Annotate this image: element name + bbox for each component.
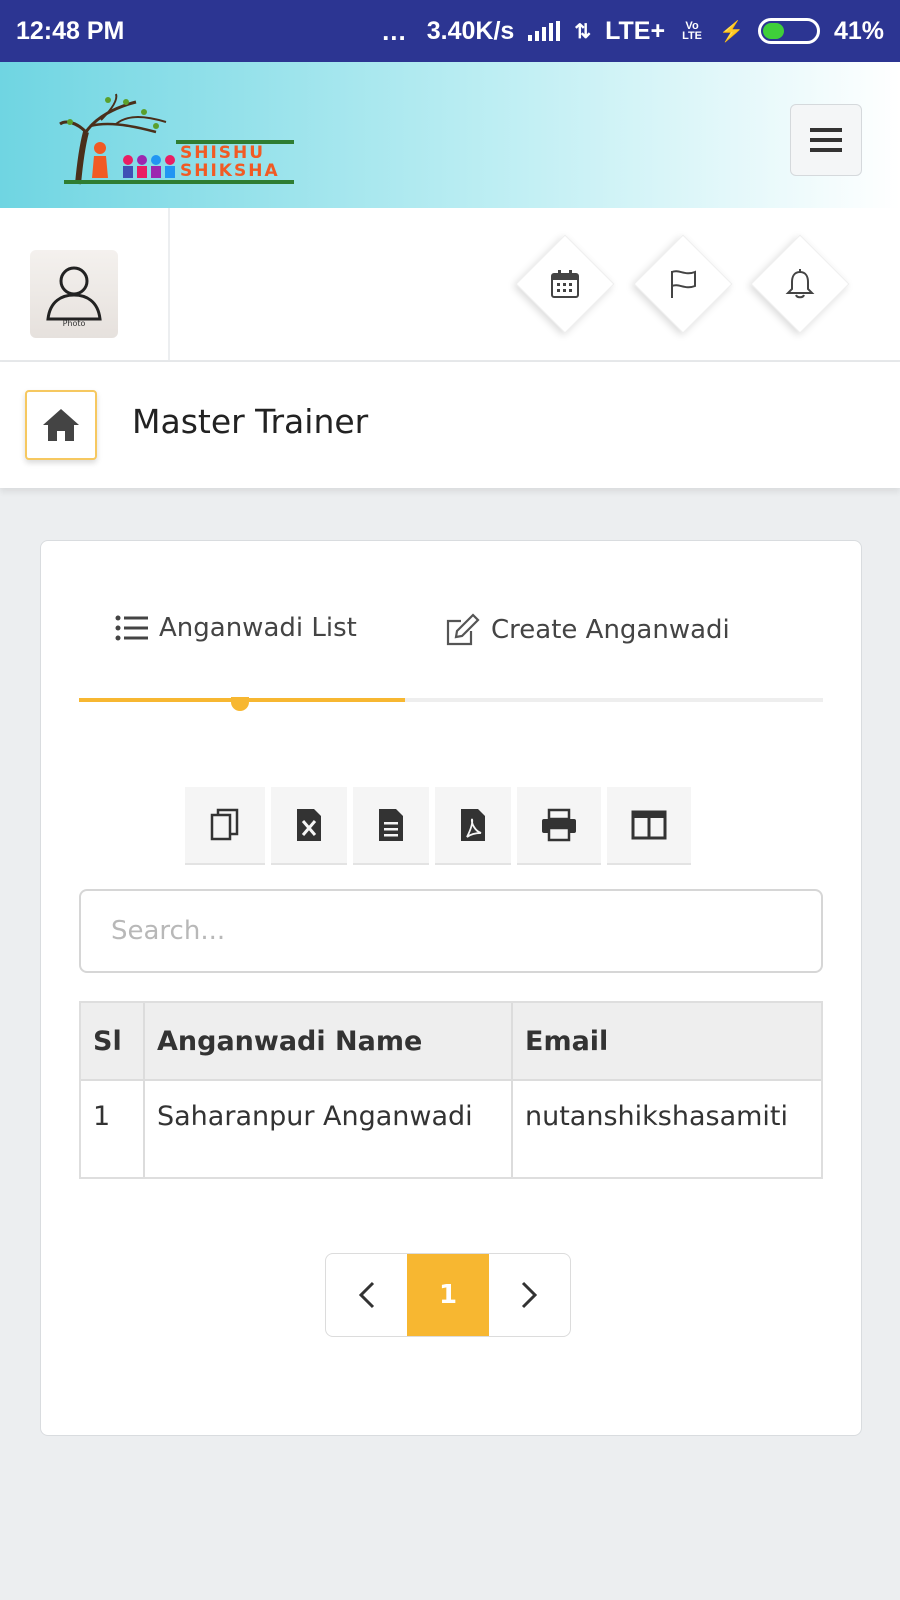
- calendar-icon: [551, 270, 579, 298]
- tab-label: Create Anganwadi: [491, 615, 730, 645]
- tab-anganwadi-list[interactable]: Anganwadi List: [115, 613, 357, 643]
- home-icon: [43, 409, 79, 441]
- chevron-right-icon: [522, 1281, 538, 1309]
- cell-anganwadi-name: Saharanpur Anganwadi: [145, 1081, 513, 1177]
- app-header: SHISHU SHIKSHA: [0, 62, 900, 208]
- pdf-button[interactable]: [435, 787, 511, 865]
- logo-line1: SHISHU: [180, 143, 266, 163]
- profile-divider: [168, 208, 170, 360]
- avatar-caption: Photo: [62, 318, 86, 328]
- next-page-button[interactable]: [489, 1254, 570, 1336]
- anganwadi-card: Anganwadi List Create Anganwadi Search..…: [40, 540, 862, 1436]
- pagination: 1: [325, 1253, 571, 1337]
- status-speed: 3.40K/s: [426, 16, 515, 45]
- tab-create-anganwadi[interactable]: Create Anganwadi: [445, 613, 730, 647]
- column-header-name[interactable]: Anganwadi Name: [145, 1003, 513, 1079]
- column-header-sl[interactable]: Sl: [81, 1003, 145, 1079]
- charging-icon: ⚡: [719, 20, 744, 43]
- status-bar: 12:48 PM ... 3.40K/s ⇅ LTE+ Vo LTE ⚡ 41%: [0, 0, 900, 62]
- menu-button[interactable]: [790, 104, 862, 176]
- print-button[interactable]: [517, 787, 601, 865]
- breadcrumb: Master Trainer: [0, 362, 900, 488]
- battery-percent: 41%: [833, 16, 884, 45]
- cell-email: nutanshikshasamiti: [525, 1101, 789, 1132]
- page-button-current[interactable]: 1: [407, 1254, 489, 1336]
- logo-text: SHISHU SHIKSHA: [180, 144, 280, 180]
- hamburger-icon: [810, 128, 842, 152]
- columns-button[interactable]: [607, 787, 691, 865]
- status-time: 12:48 PM: [16, 16, 125, 45]
- tab-label: Anganwadi List: [159, 613, 357, 643]
- status-dots: ...: [382, 15, 407, 46]
- bell-icon: [785, 269, 815, 299]
- flag-button[interactable]: [633, 234, 733, 334]
- prev-page-button[interactable]: [326, 1254, 407, 1336]
- print-icon: [542, 808, 576, 842]
- tab-indicator-dot: [231, 697, 249, 711]
- avatar[interactable]: Photo: [30, 250, 118, 338]
- cell-sl: 1: [81, 1081, 145, 1177]
- edit-icon: [446, 613, 480, 646]
- status-network: LTE+: [605, 16, 666, 45]
- anganwadi-table: Sl Anganwadi Name Email 1 Saharanpur Ang…: [79, 1001, 823, 1179]
- notification-button[interactable]: [750, 234, 850, 334]
- chevron-left-icon: [358, 1281, 374, 1309]
- flag-icon: [671, 270, 696, 298]
- pdf-icon: [461, 809, 485, 841]
- table-row[interactable]: 1 Saharanpur Anganwadi nutanshikshasamit…: [81, 1081, 821, 1177]
- excel-button[interactable]: [271, 787, 347, 865]
- data-arrows-icon: ⇅: [574, 20, 592, 43]
- list-icon: [115, 615, 148, 641]
- calendar-button[interactable]: [515, 234, 615, 334]
- profile-bar: Photo: [0, 208, 900, 362]
- csv-icon: [379, 809, 403, 841]
- excel-icon: [297, 809, 321, 841]
- battery-icon: [757, 18, 820, 44]
- volte-label: Vo LTE: [682, 20, 703, 42]
- home-button[interactable]: [25, 390, 97, 460]
- csv-button[interactable]: [353, 787, 429, 865]
- copy-button[interactable]: [185, 787, 265, 865]
- logo-line2: SHIKSHA: [180, 161, 280, 181]
- table-header: Sl Anganwadi Name Email: [81, 1003, 821, 1081]
- column-header-email[interactable]: Email: [513, 1003, 821, 1079]
- user-icon: [46, 266, 102, 320]
- page-title: Master Trainer: [132, 402, 369, 441]
- signal-icon: [528, 21, 561, 41]
- search-input[interactable]: [79, 889, 823, 973]
- columns-icon: [631, 810, 667, 840]
- copy-icon: [210, 808, 239, 841]
